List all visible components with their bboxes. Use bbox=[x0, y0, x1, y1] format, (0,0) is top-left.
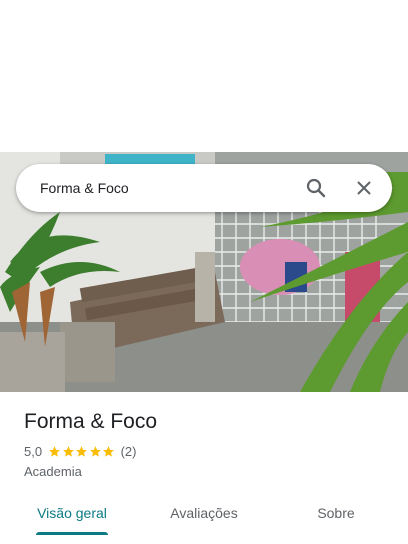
active-tab-indicator bbox=[36, 532, 108, 535]
place-info: Forma & Foco 5,0 (2) Academia bbox=[24, 408, 394, 480]
star-rating bbox=[48, 445, 116, 458]
star-icon bbox=[89, 445, 101, 457]
place-category: Academia bbox=[24, 464, 82, 479]
rating-value: 5,0 bbox=[24, 443, 43, 459]
search-icon[interactable] bbox=[296, 168, 336, 208]
star-icon bbox=[76, 445, 87, 457]
place-title: Forma & Foco bbox=[24, 410, 158, 433]
tab-bar: Visão geral Avaliações Sobre bbox=[0, 496, 408, 536]
star-icon bbox=[103, 445, 114, 457]
tab-reviews[interactable]: Avaliações bbox=[144, 496, 264, 536]
rating-row[interactable]: 5,0 (2) bbox=[24, 443, 394, 459]
star-icon bbox=[49, 445, 60, 457]
review-count[interactable]: (2) bbox=[121, 444, 137, 459]
tab-overview[interactable]: Visão geral bbox=[0, 496, 144, 536]
star-icon bbox=[62, 445, 74, 457]
close-icon[interactable] bbox=[344, 168, 384, 208]
tab-about[interactable]: Sobre bbox=[264, 496, 408, 536]
search-bar[interactable]: Forma & Foco bbox=[16, 164, 392, 212]
blank-map-area bbox=[0, 0, 408, 152]
search-input[interactable]: Forma & Foco bbox=[40, 180, 296, 196]
